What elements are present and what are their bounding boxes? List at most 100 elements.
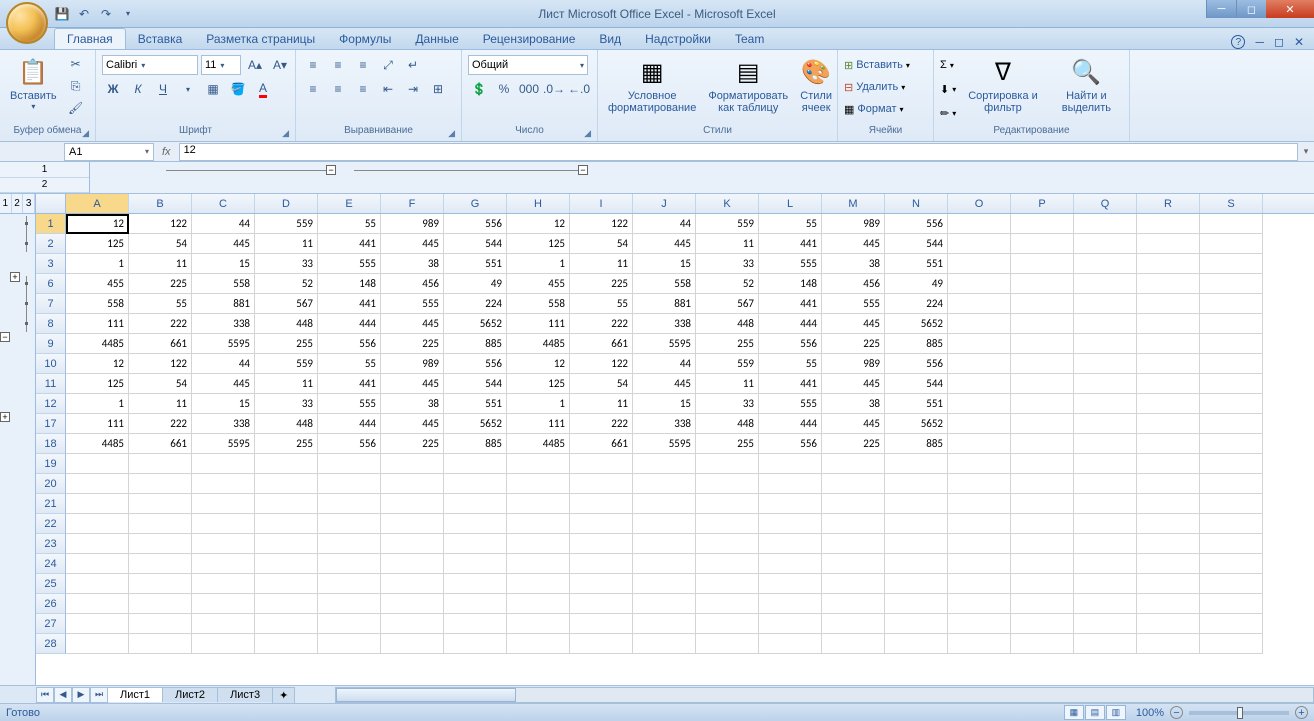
- cell-B2[interactable]: 54: [129, 234, 192, 254]
- cell-Q21[interactable]: [1074, 494, 1137, 514]
- cell-O6[interactable]: [948, 274, 1011, 294]
- cell-K12[interactable]: 33: [696, 394, 759, 414]
- col-header-M[interactable]: M: [822, 194, 885, 213]
- cell-K1[interactable]: 559: [696, 214, 759, 234]
- cell-K6[interactable]: 52: [696, 274, 759, 294]
- cell-S21[interactable]: [1200, 494, 1263, 514]
- cell-O7[interactable]: [948, 294, 1011, 314]
- cell-Q1[interactable]: [1074, 214, 1137, 234]
- new-sheet-button[interactable]: ✦: [272, 687, 295, 703]
- cell-M20[interactable]: [822, 474, 885, 494]
- cell-F9[interactable]: 225: [381, 334, 444, 354]
- cell-Q28[interactable]: [1074, 634, 1137, 654]
- maximize-button[interactable]: ◻: [1236, 0, 1266, 18]
- cell-E6[interactable]: 148: [318, 274, 381, 294]
- cell-Q23[interactable]: [1074, 534, 1137, 554]
- cell-R3[interactable]: [1137, 254, 1200, 274]
- cell-E1[interactable]: 55: [318, 214, 381, 234]
- cell-H12[interactable]: 1: [507, 394, 570, 414]
- cell-R10[interactable]: [1137, 354, 1200, 374]
- cell-P12[interactable]: [1011, 394, 1074, 414]
- cell-M8[interactable]: 445: [822, 314, 885, 334]
- cell-F24[interactable]: [381, 554, 444, 574]
- comma-icon[interactable]: 000: [518, 79, 540, 99]
- cell-L12[interactable]: 555: [759, 394, 822, 414]
- cell-D1[interactable]: 559: [255, 214, 318, 234]
- cell-O21[interactable]: [948, 494, 1011, 514]
- cell-K3[interactable]: 33: [696, 254, 759, 274]
- col-header-J[interactable]: J: [633, 194, 696, 213]
- cell-Q11[interactable]: [1074, 374, 1137, 394]
- cell-G25[interactable]: [444, 574, 507, 594]
- cell-K24[interactable]: [696, 554, 759, 574]
- cell-L1[interactable]: 55: [759, 214, 822, 234]
- cell-G18[interactable]: 885: [444, 434, 507, 454]
- minimize-button[interactable]: ─: [1206, 0, 1236, 18]
- cell-A23[interactable]: [66, 534, 129, 554]
- cell-P9[interactable]: [1011, 334, 1074, 354]
- col-header-O[interactable]: O: [948, 194, 1011, 213]
- col-header-B[interactable]: B: [129, 194, 192, 213]
- cell-R25[interactable]: [1137, 574, 1200, 594]
- cell-P24[interactable]: [1011, 554, 1074, 574]
- cell-S27[interactable]: [1200, 614, 1263, 634]
- underline-dropdown-icon[interactable]: ▾: [177, 79, 199, 99]
- row-header-24[interactable]: 24: [36, 554, 66, 574]
- tab-pagelayout[interactable]: Разметка страницы: [194, 29, 327, 49]
- cell-R19[interactable]: [1137, 454, 1200, 474]
- cell-F26[interactable]: [381, 594, 444, 614]
- cell-I26[interactable]: [570, 594, 633, 614]
- zoom-level[interactable]: 100%: [1136, 707, 1164, 719]
- cell-E8[interactable]: 444: [318, 314, 381, 334]
- cell-M18[interactable]: 225: [822, 434, 885, 454]
- cell-D21[interactable]: [255, 494, 318, 514]
- percent-icon[interactable]: %: [493, 79, 515, 99]
- row-header-26[interactable]: 26: [36, 594, 66, 614]
- sheet-tab-2[interactable]: Лист2: [162, 687, 218, 702]
- cell-S1[interactable]: [1200, 214, 1263, 234]
- cell-H28[interactable]: [507, 634, 570, 654]
- cell-N6[interactable]: 49: [885, 274, 948, 294]
- cell-S24[interactable]: [1200, 554, 1263, 574]
- cell-M27[interactable]: [822, 614, 885, 634]
- cell-P21[interactable]: [1011, 494, 1074, 514]
- undo-icon[interactable]: ↶: [76, 6, 92, 22]
- cell-G23[interactable]: [444, 534, 507, 554]
- cell-C23[interactable]: [192, 534, 255, 554]
- align-right-icon[interactable]: ≡: [352, 79, 374, 99]
- cell-R17[interactable]: [1137, 414, 1200, 434]
- cell-R12[interactable]: [1137, 394, 1200, 414]
- cell-J17[interactable]: 338: [633, 414, 696, 434]
- cell-G26[interactable]: [444, 594, 507, 614]
- cell-G7[interactable]: 224: [444, 294, 507, 314]
- cell-S2[interactable]: [1200, 234, 1263, 254]
- cell-R6[interactable]: [1137, 274, 1200, 294]
- cell-H2[interactable]: 125: [507, 234, 570, 254]
- cell-P10[interactable]: [1011, 354, 1074, 374]
- row-header-28[interactable]: 28: [36, 634, 66, 654]
- cell-R11[interactable]: [1137, 374, 1200, 394]
- cell-P23[interactable]: [1011, 534, 1074, 554]
- cell-H19[interactable]: [507, 454, 570, 474]
- insert-cells-button[interactable]: ⊞ Вставить ▾: [844, 54, 910, 76]
- cell-E27[interactable]: [318, 614, 381, 634]
- align-middle-icon[interactable]: ≡: [327, 55, 349, 75]
- cell-G11[interactable]: 544: [444, 374, 507, 394]
- cell-A28[interactable]: [66, 634, 129, 654]
- cell-K27[interactable]: [696, 614, 759, 634]
- cell-L28[interactable]: [759, 634, 822, 654]
- cell-E23[interactable]: [318, 534, 381, 554]
- cell-N24[interactable]: [885, 554, 948, 574]
- cell-A8[interactable]: 111: [66, 314, 129, 334]
- cell-A24[interactable]: [66, 554, 129, 574]
- cell-B1[interactable]: 122: [129, 214, 192, 234]
- cell-F25[interactable]: [381, 574, 444, 594]
- cell-I19[interactable]: [570, 454, 633, 474]
- cell-S22[interactable]: [1200, 514, 1263, 534]
- cell-G12[interactable]: 551: [444, 394, 507, 414]
- cell-H21[interactable]: [507, 494, 570, 514]
- cell-Q18[interactable]: [1074, 434, 1137, 454]
- cell-J23[interactable]: [633, 534, 696, 554]
- col-header-D[interactable]: D: [255, 194, 318, 213]
- cell-A10[interactable]: 12: [66, 354, 129, 374]
